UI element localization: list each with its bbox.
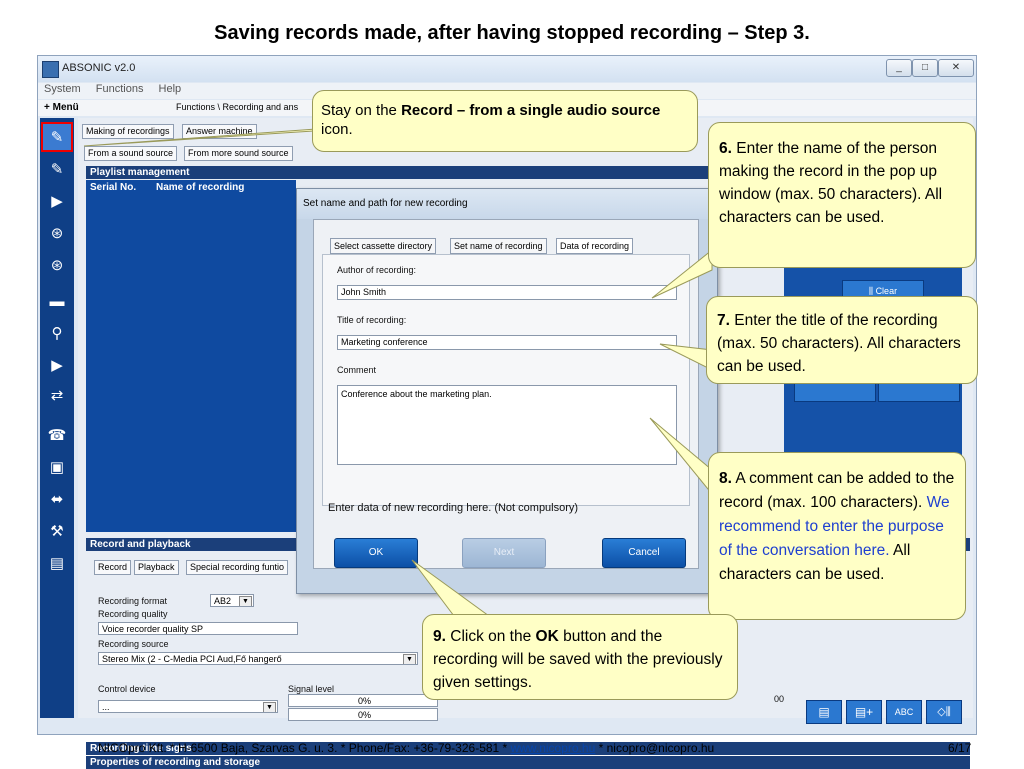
pointer-7 (659, 343, 713, 371)
callout-1-bold: Record – from a single audio source (401, 102, 661, 119)
callout-8-text: A comment can be added to the record (ma… (719, 470, 955, 511)
callout-6-number: 6. (719, 140, 732, 157)
callout-1-end: icon. (321, 121, 353, 138)
callout-step-6: 6. Enter the name of the person making t… (708, 122, 976, 268)
footer-email: * nicopro@nicopro.hu (595, 741, 715, 755)
footer-link[interactable]: www.nicopro.hu (511, 741, 596, 755)
footer-address: NICOpro Kft. * H-6500 Baja, Szarvas G. u… (98, 741, 511, 755)
page-number: 6/17 (948, 741, 972, 755)
callout-9-number: 9. (433, 628, 446, 645)
callout-6-text: Enter the name of the person making the … (719, 140, 943, 226)
callout-step-7: 7. Enter the title of the recording (max… (706, 296, 978, 384)
callout-9-ok: OK (535, 628, 559, 645)
callout-7-text: Enter the title of the recording (max. 5… (717, 312, 961, 375)
pointer-6 (651, 248, 713, 299)
callout-step-8: 8. A comment can be added to the record … (708, 452, 966, 620)
callout-1-text: Stay on the (321, 102, 402, 119)
callout-7-number: 7. (717, 312, 730, 329)
callout-step-stay: Stay on the Record – from a single audio… (312, 90, 698, 152)
callout-step-9: 9. Click on the OK button and the record… (422, 614, 738, 700)
pointer-8 (649, 417, 713, 496)
callout-8-number: 8. (719, 470, 732, 487)
callout-9-text: Click on the (445, 628, 536, 645)
